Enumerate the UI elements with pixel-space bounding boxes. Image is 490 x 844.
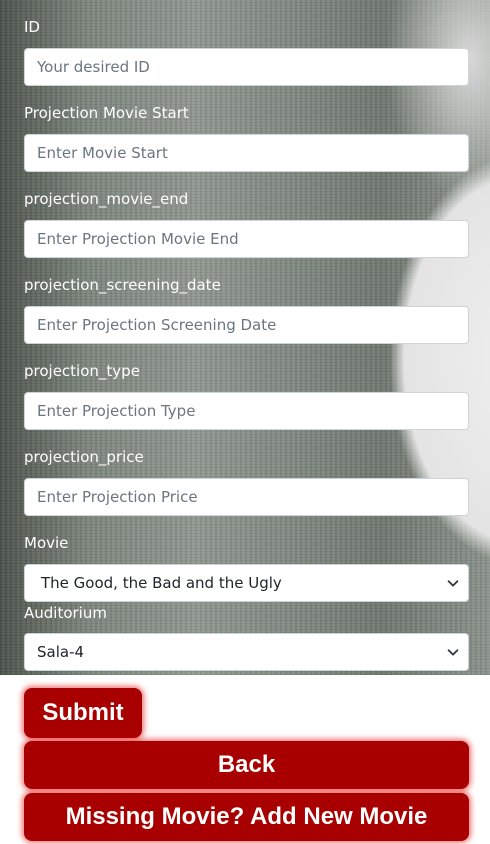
chevron-down-icon <box>447 649 459 656</box>
movie-select[interactable]: The Good, the Bad and the Ugly <box>24 564 469 602</box>
movie-end-placeholder: Enter Projection Movie End <box>37 230 239 248</box>
chevron-down-icon <box>447 580 459 587</box>
movie-label: Movie <box>24 534 69 552</box>
movie-selected-value: The Good, the Bad and the Ugly <box>41 574 282 592</box>
field-label: ID <box>24 18 40 36</box>
auditorium-label: Auditorium <box>24 604 107 622</box>
movie-start-placeholder: Enter Movie Start <box>37 144 168 162</box>
projection-price-input[interactable]: Enter Projection Price <box>24 478 469 516</box>
submit-button[interactable]: Submit <box>24 688 142 738</box>
field-label: Projection Movie Start <box>24 104 189 122</box>
projection-type-placeholder: Enter Projection Type <box>37 402 196 420</box>
movie-start-input[interactable]: Enter Movie Start <box>24 134 469 172</box>
add-new-movie-button[interactable]: Missing Movie? Add New Movie <box>24 793 469 841</box>
auditorium-select[interactable]: Sala-4 <box>24 633 469 671</box>
auditorium-selected-value: Sala-4 <box>37 643 85 661</box>
field-label: projection_movie_end <box>24 190 189 208</box>
back-button[interactable]: Back <box>24 741 469 789</box>
movie-end-input[interactable]: Enter Projection Movie End <box>24 220 469 258</box>
id-placeholder: Your desired ID <box>37 58 150 76</box>
screening-date-placeholder: Enter Projection Screening Date <box>37 316 277 334</box>
field-label: projection_type <box>24 362 140 380</box>
screening-date-input[interactable]: Enter Projection Screening Date <box>24 306 469 344</box>
id-input[interactable]: Your desired ID <box>24 48 469 86</box>
field-label: projection_price <box>24 448 144 466</box>
field-label: projection_screening_date <box>24 276 221 294</box>
projection-price-placeholder: Enter Projection Price <box>37 488 198 506</box>
projection-type-input[interactable]: Enter Projection Type <box>24 392 469 430</box>
